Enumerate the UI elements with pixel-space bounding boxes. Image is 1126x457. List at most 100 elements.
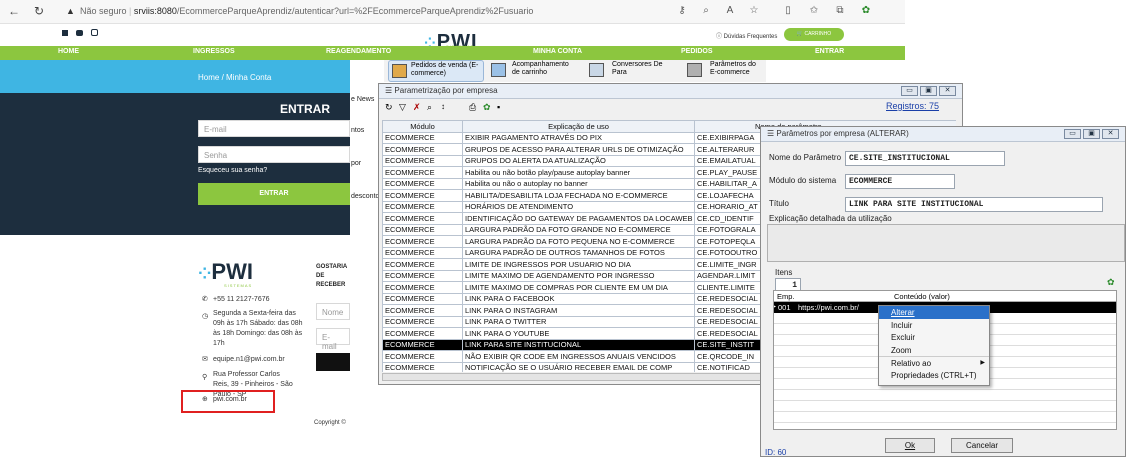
description-field[interactable]	[767, 224, 1125, 262]
col-content[interactable]: Conteúdo (valor)	[894, 292, 950, 301]
row-explanation: LINK PARA SITE INSTITUCIONAL	[462, 338, 695, 351]
row-module: ECOMMERCE	[382, 361, 463, 372]
nav-tickets[interactable]: INGRESSOS	[193, 48, 235, 55]
search-icon[interactable]: ⌕	[427, 102, 432, 113]
phone-icon: ✆	[202, 296, 208, 303]
footer-hours: Segunda a Sexta-feira das 09h às 17h Sáb…	[213, 310, 303, 347]
youtube-icon[interactable]	[76, 30, 83, 36]
items-export-icon[interactable]: ✿	[1107, 277, 1115, 288]
help-link[interactable]: ⓘ Dúvidas Frequentes	[716, 31, 777, 40]
menu-item-relativo[interactable]: Relativo ao ▶	[879, 356, 989, 369]
col-module[interactable]: Módulo	[382, 120, 463, 133]
newsletter-submit-button[interactable]	[316, 353, 350, 371]
save-icon[interactable]: ▪	[497, 102, 500, 112]
address-bar[interactable]: Não seguro | srviis:8080/EcommerceParque…	[80, 6, 533, 16]
minimize-button[interactable]: ▭	[901, 86, 918, 96]
row-explanation: LIMITE MAXIMO DE AGENDAMENTO POR INGRESS…	[462, 269, 695, 282]
refresh-icon[interactable]: ↻	[34, 4, 44, 18]
toolbar-orders[interactable]: Pedidos de venda (E-commerce)	[388, 60, 484, 82]
cancel-button[interactable]: Cancelar	[951, 438, 1013, 453]
param-window-title: Parametrização por empresa	[394, 86, 498, 95]
menu-item-properties[interactable]: Propriedades (CTRL+T)	[879, 369, 989, 382]
clock-icon: ◷	[202, 313, 209, 320]
favorites-icon[interactable]: ✩	[808, 5, 820, 17]
favorite-icon[interactable]: ☆	[748, 5, 760, 17]
zoom-icon[interactable]: ⌕	[700, 5, 712, 17]
clear-filter-icon[interactable]: ✗	[413, 102, 421, 113]
row-module: ECOMMERCE	[382, 200, 463, 213]
maximize-button[interactable]: ▣	[920, 86, 937, 96]
toolbar-converters[interactable]: Conversores De Para	[586, 60, 672, 82]
menu-item-alterar[interactable]: Alterar	[879, 306, 989, 319]
row-explanation: HORÁRIOS DE ATENDIMENTO	[462, 200, 695, 213]
export-icon[interactable]: ✿	[483, 102, 491, 113]
nav-home[interactable]: HOME	[58, 48, 79, 55]
nav-login[interactable]: ENTRAR	[815, 48, 844, 55]
param-name-field[interactable]: CE.SITE_INSTITUCIONAL	[845, 151, 1005, 166]
login-email-input[interactable]: E-mail	[198, 120, 350, 137]
filter-icon[interactable]: ▽	[399, 102, 406, 113]
row-module: ECOMMERCE	[382, 131, 463, 144]
row-pointer-icon: ▸	[773, 304, 777, 310]
menu-icon[interactable]: ☰	[385, 86, 392, 95]
nav-rescheduling[interactable]: REAGENDAMENTO	[326, 48, 391, 55]
collections-icon[interactable]: ⧉	[834, 5, 846, 17]
newsletter-email-input[interactable]: E-mail	[316, 328, 350, 351]
side-text-ntos: ntos	[351, 127, 365, 134]
read-aloud-icon[interactable]: A	[724, 5, 736, 17]
module-field[interactable]: ECOMMERCE	[845, 174, 955, 189]
col-explanation[interactable]: Explicação de uso	[462, 120, 695, 133]
edit-menu-icon[interactable]: ☰	[767, 129, 774, 138]
footer-email[interactable]: equipe.n1@pwi.com.br	[213, 355, 285, 365]
close-button[interactable]: ✕	[939, 86, 956, 96]
newsletter-name-input[interactable]: Nome	[316, 303, 350, 320]
row-explanation: LARGURA PADRÃO DE OUTROS TAMANHOS DE FOT…	[462, 246, 695, 259]
toolbar-cart-tracking-label: Acompanhamento de carrinho	[512, 61, 569, 76]
ok-button[interactable]: Ok	[885, 438, 935, 453]
instagram-icon[interactable]	[91, 29, 98, 36]
edit-maximize-button[interactable]: ▣	[1083, 129, 1100, 139]
edit-minimize-button[interactable]: ▭	[1064, 129, 1081, 139]
row-explanation: IDENTIFICAÇÃO DO GATEWAY DE PAGAMENTOS D…	[462, 212, 695, 225]
main-nav: HOME INGRESSOS REAGENDAMENTO MINHA CONTA…	[0, 46, 905, 60]
side-text-por: por	[351, 160, 362, 167]
edit-window-title: Parâmetros por empresa (ALTERAR)	[776, 129, 909, 138]
items-empty-row	[774, 390, 1116, 401]
facebook-icon[interactable]	[62, 30, 68, 36]
side-text-desconto: desconto	[351, 193, 380, 200]
row-explanation: HABILITA/DESABILITA LOJA FECHADA NO E-CO…	[462, 189, 695, 202]
menu-item-excluir[interactable]: Excluir	[879, 331, 989, 344]
extension-icon[interactable]: ✿	[860, 5, 872, 17]
items-label: Itens	[775, 268, 793, 277]
row-module: ECOMMERCE	[382, 350, 463, 363]
login-submit-button[interactable]: ENTRAR	[198, 183, 350, 205]
login-section: ENTRAR E-mail Senha Esqueceu sua senha? …	[0, 93, 350, 235]
toolbar-cart-tracking[interactable]: Acompanhamento de carrinho	[488, 60, 574, 82]
param-window-titlebar: ☰ Parametrização por empresa ▭ ▣ ✕	[379, 84, 962, 99]
forgot-password-link[interactable]: Esqueceu sua senha?	[198, 167, 267, 174]
sort-icon[interactable]: ↕	[441, 102, 445, 111]
nav-my-account[interactable]: MINHA CONTA	[533, 48, 582, 55]
login-password-input[interactable]: Senha	[198, 146, 350, 163]
col-emp[interactable]: Emp.	[777, 292, 795, 301]
key-icon[interactable]: ⚷	[676, 5, 688, 17]
row-module: ECOMMERCE	[382, 292, 463, 305]
menu-item-incluir[interactable]: Incluir	[879, 319, 989, 332]
menu-item-zoom[interactable]: Zoom	[879, 344, 989, 357]
back-icon[interactable]: ←	[8, 4, 20, 18]
split-screen-icon[interactable]: ▯	[782, 5, 794, 17]
edit-close-button[interactable]: ✕	[1102, 129, 1119, 139]
nav-orders[interactable]: PEDIDOS	[681, 48, 713, 55]
refresh-icon[interactable]: ↻	[385, 102, 393, 113]
cart-button[interactable]: 🛒 CARRINHO	[784, 28, 844, 41]
print-icon[interactable]: ⎙	[469, 102, 476, 113]
footer-logo: ⁘PWI	[198, 259, 253, 285]
toolbar-params[interactable]: Parâmetros do E-commerce	[684, 60, 764, 82]
records-count: Registros: 75	[886, 101, 940, 111]
row-explanation: LINK PARA O INSTAGRAM	[462, 304, 695, 317]
login-title: ENTRAR	[280, 102, 330, 116]
footer-website[interactable]: pwi.com.br	[213, 395, 247, 405]
title-field[interactable]: LINK PARA SITE INSTITUCIONAL	[845, 197, 1103, 212]
help-label: Dúvidas Frequentes	[723, 34, 778, 40]
row-module: ECOMMERCE	[382, 327, 463, 340]
